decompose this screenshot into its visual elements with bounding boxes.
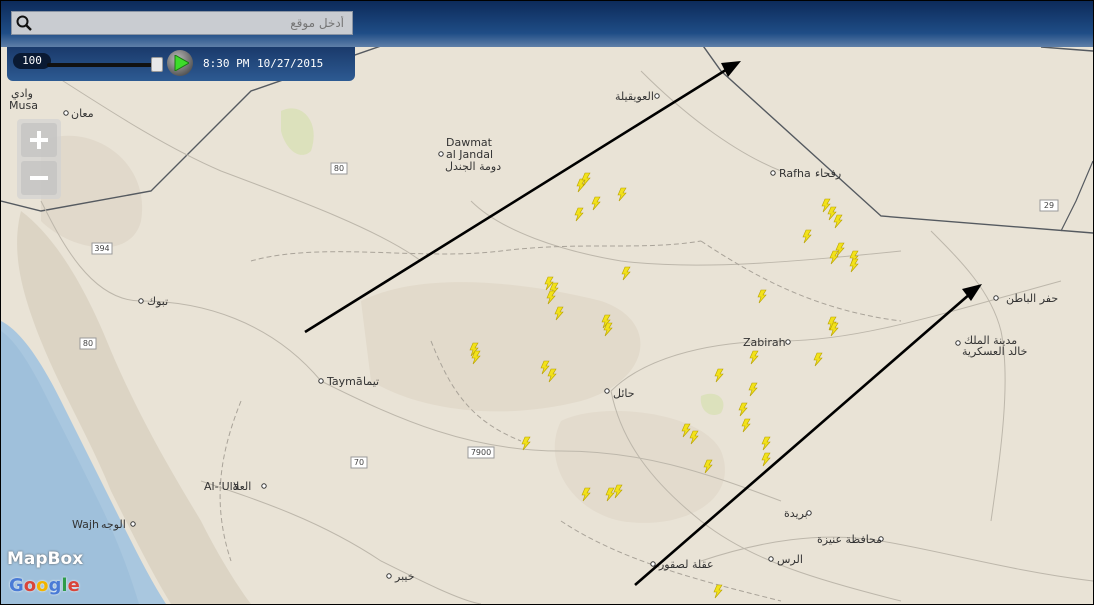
search-icon[interactable] (16, 15, 32, 31)
zoom-in-button[interactable] (21, 123, 57, 157)
playback-controls: 100 8:30 PM 10/27/2015 (7, 47, 355, 81)
place-label: بريدة (784, 507, 808, 520)
place-label: الوجه (101, 518, 126, 531)
place-label: الرس (777, 553, 803, 566)
play-button[interactable] (167, 50, 193, 76)
road-shield-label: 394 (94, 244, 109, 253)
time-label: 8:30 PM (203, 57, 250, 70)
road-shield-label: 70 (354, 458, 364, 467)
search-input[interactable] (38, 12, 348, 34)
speed-readout: 100 (13, 53, 51, 69)
zoom-in-icon (30, 131, 48, 149)
road-shield-label: 80 (83, 339, 93, 348)
place-label: العويقيلة (615, 90, 654, 103)
road-shield-label: 7900 (471, 448, 491, 457)
date-label: 10/27/2015 (257, 57, 324, 70)
road-shield-label: 29 (1044, 201, 1054, 210)
place-label: عقلة لصقور (658, 558, 714, 571)
mapbox-attribution[interactable]: MapBox (7, 549, 83, 569)
place-label: العلا (233, 480, 251, 493)
road-shield-label: 80 (334, 164, 344, 173)
place-label: معان (71, 107, 94, 120)
place-label: Rafha (779, 167, 811, 180)
place-label: حائل (613, 387, 635, 400)
place-label: خالد العسكرية (962, 345, 1027, 358)
place-label: تبوك (147, 295, 168, 308)
time-slider-thumb[interactable] (151, 57, 163, 72)
place-label: Zabirah (743, 336, 786, 349)
place-label: دومة الجندل (445, 160, 501, 173)
time-slider-track[interactable] (47, 63, 161, 67)
terrain-patch (361, 282, 641, 412)
map-canvas[interactable]: 80 394 80 70 7900 29 Dawmat al Jandal دو… (1, 1, 1093, 604)
place-label: Musa (9, 99, 38, 112)
place-label: رفحاء (815, 167, 841, 180)
place-label: محافظة عنيزة (817, 533, 882, 546)
place-label: Wajh (72, 518, 99, 531)
place-label: تيما (363, 375, 379, 388)
zoom-out-icon (30, 176, 48, 180)
place-label: حفر الباطن (1006, 292, 1058, 305)
zoom-control (17, 119, 61, 199)
search-box[interactable] (11, 11, 353, 35)
place-label: خيبر (394, 570, 415, 583)
play-icon (174, 55, 189, 71)
place-label: Taymā (326, 375, 363, 388)
map-viewer[interactable]: 80 394 80 70 7900 29 Dawmat al Jandal دو… (0, 0, 1094, 605)
google-attribution[interactable]: Google (9, 575, 80, 596)
zoom-out-button[interactable] (21, 161, 57, 195)
